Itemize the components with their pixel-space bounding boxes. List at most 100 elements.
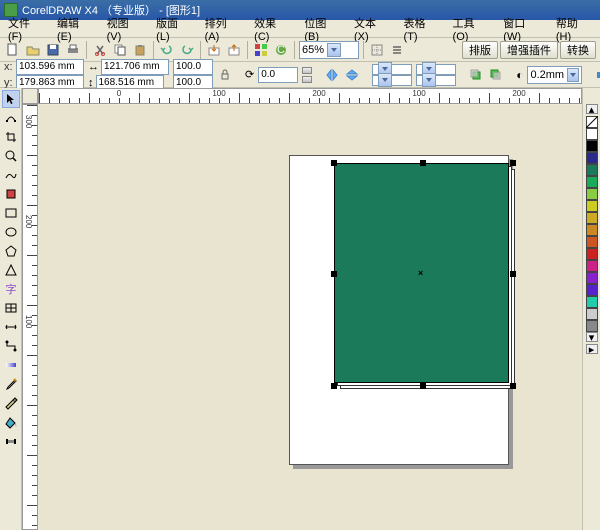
ellipse-tool-icon[interactable]	[2, 223, 20, 241]
menu-help[interactable]: 帮助(H)	[550, 14, 598, 44]
polygon-tool-icon[interactable]	[2, 242, 20, 260]
print-icon[interactable]	[64, 41, 82, 59]
paste-icon[interactable]	[131, 41, 149, 59]
app-launcher-icon[interactable]	[252, 41, 270, 59]
plugin-button[interactable]: 增强插件	[500, 41, 558, 59]
welcome-icon[interactable]: C	[272, 41, 290, 59]
basic-shapes-icon[interactable]	[2, 261, 20, 279]
no-color-swatch[interactable]	[586, 116, 598, 128]
snap-icon[interactable]	[368, 41, 386, 59]
menu-edit[interactable]: 编辑(E)	[51, 14, 99, 44]
width-input[interactable]	[101, 59, 169, 75]
text-tool-icon[interactable]: 字	[2, 280, 20, 298]
color-swatch[interactable]	[586, 296, 598, 308]
copy-icon[interactable]	[111, 41, 129, 59]
import-icon[interactable]	[205, 41, 223, 59]
center-marker-icon[interactable]: ×	[418, 268, 423, 278]
color-swatch[interactable]	[586, 224, 598, 236]
typeset-button[interactable]: 排版	[462, 41, 498, 59]
palette-up-icon[interactable]: ▴	[586, 104, 598, 114]
menu-tools[interactable]: 工具(O)	[447, 14, 496, 44]
export-icon[interactable]	[225, 41, 243, 59]
mirror-h-icon[interactable]	[324, 66, 340, 84]
freehand-tool-icon[interactable]	[2, 166, 20, 184]
color-swatch[interactable]	[586, 200, 598, 212]
zoom-combo[interactable]: 65%	[299, 41, 359, 59]
outline-width-combo[interactable]: 0.2mm	[527, 66, 582, 84]
new-icon[interactable]	[4, 41, 22, 59]
ruler-corner[interactable]	[22, 88, 38, 104]
canvas-area: 0100200100200 300200100 × ▴	[22, 88, 600, 530]
menu-effects[interactable]: 效果(C)	[248, 14, 296, 44]
color-swatch[interactable]	[586, 128, 598, 140]
menu-table[interactable]: 表格(T)	[398, 14, 445, 44]
handle-ml[interactable]	[331, 271, 337, 277]
horizontal-ruler[interactable]: 0100200100200	[38, 88, 582, 104]
chevron-down-icon[interactable]	[327, 43, 341, 57]
page-combo-2[interactable]	[372, 75, 412, 86]
color-swatch[interactable]	[586, 284, 598, 296]
menu-file[interactable]: 文件(F)	[2, 14, 49, 44]
connector-tool-icon[interactable]	[2, 337, 20, 355]
color-swatch[interactable]	[586, 248, 598, 260]
menu-window[interactable]: 窗口(W)	[497, 14, 548, 44]
redo-icon[interactable]	[178, 41, 196, 59]
shape-tool-icon[interactable]	[2, 109, 20, 127]
open-icon[interactable]	[24, 41, 42, 59]
handle-bc[interactable]	[420, 383, 426, 389]
eyedropper-tool-icon[interactable]	[2, 375, 20, 393]
color-swatch[interactable]	[586, 164, 598, 176]
scale-x-input[interactable]	[173, 59, 213, 75]
menu-arrange[interactable]: 排列(A)	[199, 14, 247, 44]
crop-tool-icon[interactable]	[2, 128, 20, 146]
main-area: 字 0100200100200 300200100	[0, 88, 600, 530]
handle-tr[interactable]	[510, 160, 516, 166]
color-swatch[interactable]	[586, 308, 598, 320]
handle-bl[interactable]	[331, 383, 337, 389]
palette-flyout-icon[interactable]: ▸	[586, 344, 598, 354]
undo-icon[interactable]	[158, 41, 176, 59]
handle-tc[interactable]	[420, 160, 426, 166]
fill-tool-icon[interactable]	[2, 413, 20, 431]
lock-ratio-icon[interactable]	[217, 66, 233, 84]
color-swatch[interactable]	[586, 176, 598, 188]
wrap-text-icon[interactable]	[594, 66, 600, 84]
handle-mr[interactable]	[510, 271, 516, 277]
palette-down-icon[interactable]: ▾	[586, 332, 598, 342]
color-swatch[interactable]	[586, 140, 598, 152]
color-swatch[interactable]	[586, 152, 598, 164]
rectangle-tool-icon[interactable]	[2, 204, 20, 222]
menu-bitmap[interactable]: 位图(B)	[298, 14, 346, 44]
handle-br[interactable]	[510, 383, 516, 389]
color-swatch[interactable]	[586, 236, 598, 248]
color-swatch[interactable]	[586, 212, 598, 224]
rotation-input[interactable]	[258, 67, 298, 83]
handle-tl[interactable]	[331, 160, 337, 166]
table-tool-icon[interactable]	[2, 299, 20, 317]
color-swatch[interactable]	[586, 260, 598, 272]
menu-text[interactable]: 文本(X)	[348, 14, 396, 44]
rotation-spinner[interactable]	[302, 67, 312, 83]
pick-tool-icon[interactable]	[2, 90, 20, 108]
interactive-tool-icon[interactable]	[2, 356, 20, 374]
mirror-v-icon[interactable]	[344, 66, 360, 84]
save-icon[interactable]	[44, 41, 62, 59]
outline-tool-icon[interactable]	[2, 394, 20, 412]
nudge-combo-2[interactable]	[416, 75, 456, 86]
zoom-tool-icon[interactable]	[2, 147, 20, 165]
vertical-ruler[interactable]: 300200100	[22, 104, 38, 530]
to-back-icon[interactable]	[488, 66, 504, 84]
smart-fill-icon[interactable]	[2, 185, 20, 203]
x-position-input[interactable]	[16, 59, 84, 75]
options-icon[interactable]	[388, 41, 406, 59]
color-swatch[interactable]	[586, 188, 598, 200]
dimension-tool-icon[interactable]	[2, 318, 20, 336]
color-swatch[interactable]	[586, 272, 598, 284]
menu-layout[interactable]: 版面(L)	[150, 14, 196, 44]
cut-icon[interactable]	[91, 41, 109, 59]
to-front-icon[interactable]	[468, 66, 484, 84]
menu-view[interactable]: 视图(V)	[101, 14, 149, 44]
interactive-fill-icon[interactable]	[2, 432, 20, 450]
workspace[interactable]: ×	[39, 105, 582, 530]
convert-button[interactable]: 转换	[560, 41, 596, 59]
